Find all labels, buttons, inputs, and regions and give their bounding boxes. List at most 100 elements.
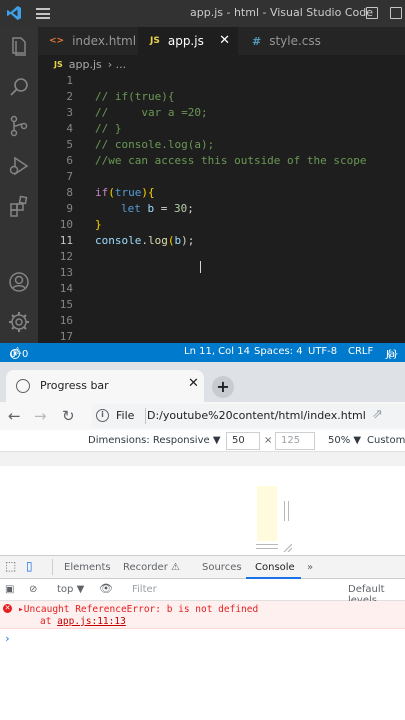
device-toggle-icon[interactable]: ▯ — [26, 559, 33, 573]
dimensions-dropdown[interactable]: Dimensions: Responsive ▼ — [88, 435, 221, 446]
resize-handle-bottom[interactable] — [256, 544, 278, 549]
throttle-dropdown[interactable]: Custom — [367, 435, 405, 446]
tab-title: Progress bar — [40, 379, 109, 392]
vscode-window: app.js - html - Visual Studio Code <> in — [0, 0, 405, 362]
code-line: if(true){ — [95, 186, 155, 199]
page-viewport — [0, 452, 405, 555]
tab-style-css[interactable]: # style.css — [238, 27, 338, 55]
back-arrow-icon[interactable]: ← — [8, 407, 21, 425]
console-error-row: ✕ ▸Uncaught ReferenceError: b is not def… — [0, 601, 405, 629]
source-control-icon[interactable] — [7, 114, 31, 138]
browser-toolbar: ← → ↻ i File D:/youtube%20content/html/i… — [0, 402, 405, 430]
console-prompt[interactable]: › — [4, 632, 11, 645]
js-file-icon: JS — [54, 59, 63, 69]
settings-gear-icon[interactable] — [7, 310, 31, 334]
title-bar: app.js - html - Visual Studio Code — [0, 0, 405, 27]
error-message[interactable]: ▸Uncaught ReferenceError: b is not defin… — [18, 604, 258, 615]
viewport-gutter — [0, 452, 405, 466]
tab-strip: Progress bar ✕ + — [0, 362, 405, 402]
devtools-tabs: ⬚ ▯ Elements Recorder ⚠ Sources Console … — [0, 555, 405, 579]
code-line: // console.log(a); — [95, 138, 215, 151]
info-icon[interactable]: i — [96, 409, 109, 422]
width-input[interactable]: 50 — [226, 432, 260, 450]
source-link[interactable]: app.js:11:13 — [57, 616, 126, 627]
line-number: 13 — [59, 266, 73, 279]
browser-tab[interactable]: Progress bar ✕ — [6, 370, 204, 402]
tab-console[interactable]: Console — [255, 562, 295, 573]
address-bar[interactable]: i File D:/youtube%20content/html/index.h… — [92, 404, 405, 428]
device-toolbar: Dimensions: Responsive ▼ 50 × 125 50% ▼ … — [0, 430, 405, 452]
inspect-icon[interactable]: ⬚ — [5, 559, 16, 573]
resize-handle-right[interactable] — [284, 501, 289, 521]
indentation[interactable]: Spaces: 4 — [254, 346, 303, 357]
close-tab-icon[interactable]: ✕ — [219, 33, 230, 48]
line-number: 2 — [66, 90, 73, 103]
explorer-icon[interactable] — [7, 35, 31, 59]
line-number: 15 — [59, 298, 73, 311]
status-bar: ✕ 0 ⚠ 0 Ln 11, Col 14 Spaces: 4 UTF-8 CRLF… — [0, 343, 405, 362]
times-sign: × — [264, 435, 273, 446]
vscode-logo-icon — [7, 6, 21, 20]
tab-elements[interactable]: Elements — [64, 562, 111, 573]
url-scheme: File — [116, 409, 135, 422]
toggle-sidebar-icon[interactable] — [366, 7, 378, 19]
progress-bar-element — [257, 486, 277, 541]
sidebar-toggle-icon[interactable]: ▣ — [5, 584, 14, 595]
tab-sources[interactable]: Sources — [202, 562, 242, 573]
editor-tabs: <> index.html JS app.js ✕ # style.css — [38, 27, 405, 55]
console-output: ✕ ▸Uncaught ReferenceError: b is not def… — [0, 601, 405, 720]
browser-window: Progress bar ✕ + ← → ↻ i File D:/youtube… — [0, 362, 405, 720]
line-number: 10 — [59, 218, 73, 231]
toggle-panel-icon[interactable] — [390, 7, 402, 19]
line-number: 14 — [59, 282, 73, 295]
code-line: let b = 30; — [121, 202, 194, 215]
close-tab-icon[interactable]: ✕ — [188, 376, 199, 391]
line-number: 1 — [66, 74, 73, 87]
code-line: //we can access this outside of the scop… — [95, 154, 367, 167]
breadcrumb-more[interactable]: › ... — [108, 58, 126, 71]
line-number: 9 — [66, 202, 73, 215]
new-tab-button[interactable]: + — [212, 376, 234, 398]
html-file-icon: <> — [49, 36, 65, 46]
more-tabs-icon[interactable]: » — [307, 562, 313, 573]
eye-icon[interactable]: 👁 — [99, 582, 113, 595]
error-icon: ✕ — [3, 604, 12, 613]
line-number: 7 — [66, 170, 73, 183]
tab-recorder[interactable]: Recorder ⚠ — [123, 562, 180, 573]
resize-handle-corner-icon[interactable] — [282, 542, 292, 552]
cursor-position[interactable]: Ln 11, Col 14 — [184, 346, 250, 357]
reload-icon[interactable]: ↻ — [62, 407, 75, 425]
line-number: 4 — [66, 122, 73, 135]
code-line: console.log(b); — [95, 234, 195, 247]
zoom-dropdown[interactable]: 50% ▼ — [328, 435, 361, 446]
context-dropdown[interactable]: top ▼ — [57, 584, 84, 595]
search-icon[interactable] — [7, 75, 31, 99]
forward-arrow-icon[interactable]: → — [34, 407, 47, 425]
problems-indicator[interactable]: ✕ 0 ⚠ 0 — [10, 346, 28, 360]
divider — [145, 408, 146, 424]
code-line: } — [95, 218, 102, 231]
error-location: at app.js:11:13 — [40, 616, 126, 627]
encoding[interactable]: UTF-8 — [308, 346, 337, 357]
breadcrumb-file[interactable]: app.js — [69, 58, 102, 71]
run-debug-icon[interactable] — [7, 154, 31, 178]
extensions-icon[interactable] — [7, 194, 31, 218]
line-number: 3 — [66, 106, 73, 119]
activity-bar — [0, 27, 38, 343]
share-icon[interactable]: ⇗ — [372, 407, 383, 422]
filter-input[interactable]: Filter — [132, 584, 157, 595]
tab-app-js[interactable]: JS app.js ✕ — [138, 27, 238, 55]
height-input[interactable]: 125 — [275, 432, 315, 450]
code-editor[interactable]: 1 2 // if(true){ 3 // var a =20; 4 // } 5 //… — [38, 73, 405, 343]
globe-icon — [16, 379, 30, 393]
divider — [52, 559, 53, 575]
menu-icon[interactable] — [36, 8, 50, 19]
accounts-icon[interactable] — [7, 270, 31, 294]
end-of-line[interactable]: CRLF — [348, 346, 373, 357]
url-text[interactable]: D:/youtube%20content/html/index.html — [147, 409, 366, 422]
line-number: 16 — [59, 314, 73, 327]
tab-label: index.html — [72, 34, 137, 48]
tab-index-html[interactable]: <> index.html — [38, 27, 138, 55]
clear-console-icon[interactable]: ⊘ — [29, 584, 37, 595]
line-number: 5 — [66, 138, 73, 151]
